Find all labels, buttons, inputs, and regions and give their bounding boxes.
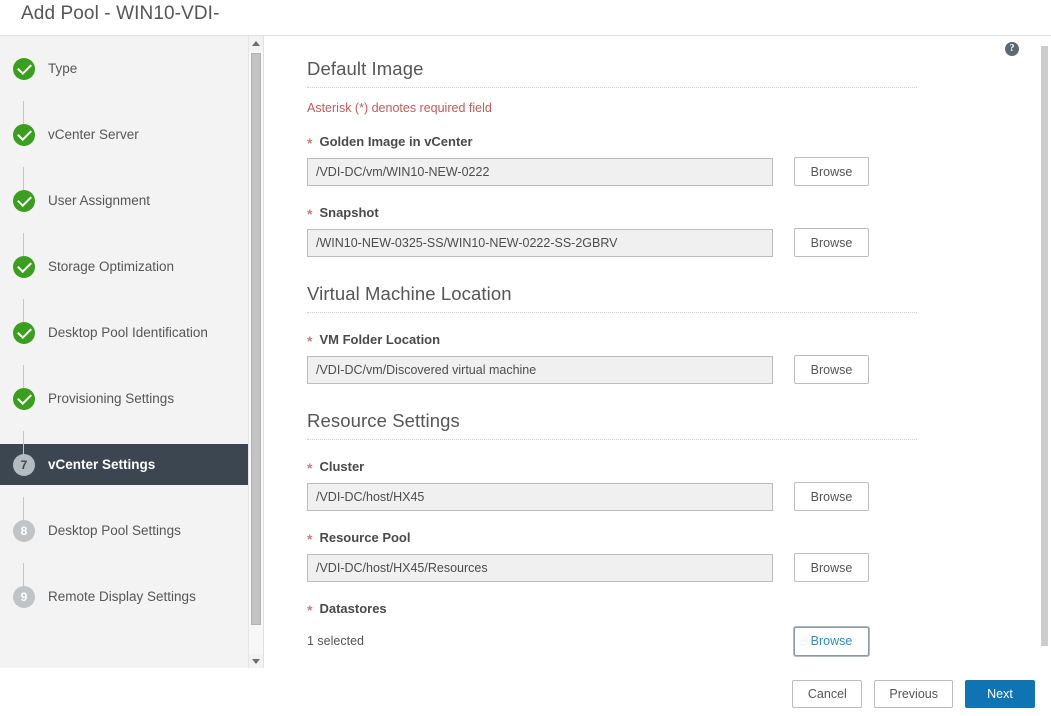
field-label: * Cluster: [307, 459, 1035, 476]
sidebar-item-label: vCenter Settings: [48, 457, 156, 472]
wizard-step-sidebar: Type vCenter Server User Assignment Storage…: [0, 36, 264, 668]
required-asterisk-icon: *: [307, 459, 313, 476]
sidebar-item-label: User Assignment: [48, 193, 151, 208]
field-row: Browse: [307, 482, 1035, 511]
sidebar-item-user-assignment[interactable]: User Assignment: [0, 167, 263, 221]
step-complete-check-icon: [13, 321, 35, 344]
field-row: Browse: [307, 553, 1035, 582]
field-input[interactable]: [307, 355, 773, 384]
sidebar-item-type[interactable]: Type: [0, 48, 263, 89]
sidebar-scrollbar[interactable]: [248, 36, 263, 668]
browse-button[interactable]: Browse: [794, 228, 869, 257]
required-asterisk-icon: *: [307, 601, 313, 618]
previous-button[interactable]: Previous: [874, 680, 953, 708]
required-asterisk-icon: *: [307, 134, 313, 151]
section-heading: Resource Settings: [307, 410, 917, 440]
field-label-text: Resource Pool: [319, 530, 411, 545]
sidebar-item-label: Type: [48, 61, 78, 76]
field-row: Browse: [307, 228, 1035, 257]
add-pool-wizard: Add Pool - WIN10-VDI- Type vCenter Server…: [0, 0, 1051, 716]
next-button[interactable]: Next: [965, 680, 1035, 708]
datastores-label-text: Datastores: [319, 601, 387, 616]
field-label-text: Snapshot: [319, 205, 379, 220]
step-list: Type vCenter Server User Assignment Storage…: [0, 36, 263, 617]
cancel-button[interactable]: Cancel: [792, 680, 863, 708]
section-heading: Default Image: [307, 58, 917, 88]
datastores-label: * Datastores: [307, 601, 1035, 618]
field-input[interactable]: [307, 228, 773, 257]
content-scrollbar-thumb[interactable]: [1041, 46, 1048, 646]
field-label: * Resource Pool: [307, 530, 1035, 547]
wizard-footer: Cancel Previous Next: [0, 668, 1051, 716]
sidebar-item-desktop-pool-settings[interactable]: 8 Desktop Pool Settings: [0, 497, 263, 551]
sidebar-item-remote-display-settings[interactable]: 9 Remote Display Settings: [0, 563, 263, 617]
required-asterisk-icon: *: [307, 205, 313, 222]
browse-button[interactable]: Browse: [794, 553, 869, 582]
step-complete-check-icon: [13, 255, 35, 278]
field-label-text: Cluster: [319, 459, 365, 474]
section-heading: Virtual Machine Location: [307, 283, 917, 313]
step-complete-check-icon: [13, 57, 35, 80]
wizard-body: Type vCenter Server User Assignment Storage…: [0, 36, 1051, 668]
required-asterisk-icon: *: [307, 530, 313, 547]
sidebar-item-label: Desktop Pool Settings: [48, 523, 181, 538]
step-number-badge: 8: [13, 519, 35, 542]
sidebar-item-label: Remote Display Settings: [48, 589, 196, 604]
sidebar-item-storage-optimization[interactable]: Storage Optimization: [0, 233, 263, 287]
vcenter-settings-form: Default Image Asterisk (*) denotes requir…: [265, 36, 1035, 668]
required-asterisk-icon: *: [307, 332, 313, 349]
field-input[interactable]: [307, 157, 773, 186]
content-scrollbar[interactable]: [1038, 36, 1051, 668]
step-number-badge: 7: [13, 453, 35, 476]
sidebar-item-label: Desktop Pool Identification: [48, 325, 208, 340]
sidebar-item-desktop-pool-identification[interactable]: Desktop Pool Identification: [0, 299, 263, 353]
sidebar-item-vcenter-settings[interactable]: 7 vCenter Settings: [0, 431, 263, 485]
sidebar-item-vcenter-server[interactable]: vCenter Server: [0, 101, 263, 155]
field-label-text: VM Folder Location: [319, 332, 441, 347]
sidebar-item-label: Provisioning Settings: [48, 391, 175, 406]
field-label: * Snapshot: [307, 205, 1035, 222]
datastores-row: 1 selected Browse: [307, 626, 1035, 656]
wizard-content-pane: ? Default Image Asterisk (*) denotes requ…: [265, 36, 1051, 668]
browse-button[interactable]: Browse: [794, 157, 869, 186]
step-number-badge: 9: [13, 585, 35, 608]
browse-button[interactable]: Browse: [794, 482, 869, 511]
help-circle-icon[interactable]: ?: [1005, 42, 1019, 56]
datastores-selected-count: 1 selected: [307, 634, 364, 648]
datastores-browse-button[interactable]: Browse: [794, 626, 869, 656]
field-label: * VM Folder Location: [307, 332, 1035, 349]
field-label-text: Golden Image in vCenter: [319, 134, 473, 149]
field-row: Browse: [307, 355, 1035, 384]
scroll-down-arrow-icon[interactable]: [249, 654, 263, 668]
required-field-note: Asterisk (*) denotes required field: [307, 101, 492, 115]
sidebar-item-label: Storage Optimization: [48, 259, 175, 274]
field-label: * Golden Image in vCenter: [307, 134, 1035, 151]
scroll-up-arrow-icon[interactable]: [249, 36, 263, 50]
sidebar-item-provisioning-settings[interactable]: Provisioning Settings: [0, 365, 263, 419]
browse-button[interactable]: Browse: [794, 355, 869, 384]
step-complete-check-icon: [13, 387, 35, 410]
window-title: Add Pool - WIN10-VDI-: [21, 3, 220, 24]
step-complete-check-icon: [13, 123, 35, 146]
field-row: Browse: [307, 157, 1035, 186]
sidebar-item-label: vCenter Server: [48, 127, 139, 142]
step-complete-check-icon: [13, 189, 35, 212]
window-titlebar: Add Pool - WIN10-VDI-: [0, 0, 1051, 36]
field-input[interactable]: [307, 482, 773, 511]
footer-button-group: Cancel Previous Next: [792, 680, 1035, 708]
sidebar-scrollbar-thumb[interactable]: [251, 53, 261, 625]
field-input[interactable]: [307, 553, 773, 582]
